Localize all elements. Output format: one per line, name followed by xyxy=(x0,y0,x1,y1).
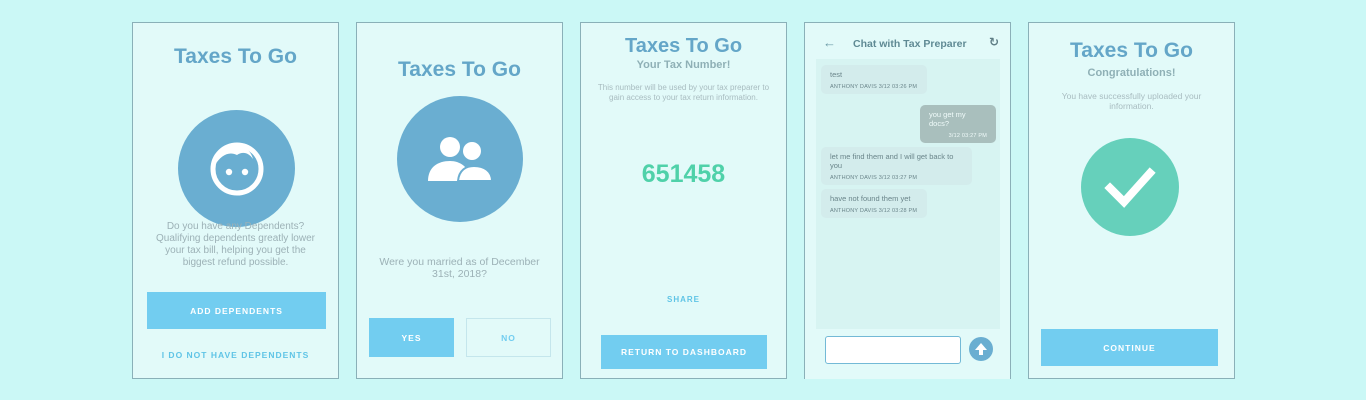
message-text: test xyxy=(830,70,843,79)
checkmark-icon xyxy=(1104,167,1156,208)
add-dependents-button[interactable]: ADD DEPENDENTS xyxy=(147,292,326,329)
arrow-left-icon[interactable]: ← xyxy=(823,35,836,50)
dependents-description: Do you have any Dependents? Qualifying d… xyxy=(156,221,315,268)
arrow-up-icon xyxy=(975,343,987,355)
screen-tax-number: Taxes To Go Your Tax Number! This number… xyxy=(580,22,787,379)
yes-button[interactable]: YES xyxy=(369,318,454,357)
app-title: Taxes To Go xyxy=(1070,39,1193,62)
no-button[interactable]: NO xyxy=(466,318,551,357)
chat-header: ← Chat with Tax Preparer ↻ xyxy=(805,23,1010,63)
child-face-icon xyxy=(210,142,263,195)
chat-message-input[interactable] xyxy=(825,336,961,364)
success-circle xyxy=(1081,138,1179,236)
app-title: Taxes To Go xyxy=(398,58,521,81)
message-meta: ANTHONY DAVIS 3/12 03:27 PM xyxy=(830,175,918,181)
message-meta: 3/12 03:27 PM xyxy=(948,133,987,139)
app-title: Taxes To Go xyxy=(624,35,743,57)
refresh-icon[interactable]: ↻ xyxy=(989,35,999,49)
message-text: you get my docs? xyxy=(929,110,966,128)
chat-message: have not found them yet ANTHONY DAVIS 3/… xyxy=(821,189,927,218)
screen-married: Taxes To Go Were you married as of Decem… xyxy=(356,22,563,379)
people-icon xyxy=(428,137,494,182)
chat-title: Chat with Tax Preparer xyxy=(853,38,967,50)
married-circle xyxy=(397,96,523,222)
message-text: have not found them yet xyxy=(830,194,911,203)
tax-number-subtitle: Your Tax Number! xyxy=(636,59,731,71)
message-meta: ANTHONY DAVIS 3/12 03:26 PM xyxy=(830,84,918,90)
married-question: Were you married as of December 31st, 20… xyxy=(379,256,540,280)
tax-number-description: This number will be used by your tax pre… xyxy=(597,83,770,102)
tax-number-code: 651458 xyxy=(641,160,726,188)
screen-congratulations: Taxes To Go Congratulations! You have su… xyxy=(1028,22,1235,379)
send-button[interactable] xyxy=(969,337,993,361)
chat-message: let me find them and I will get back to … xyxy=(821,147,972,185)
dependents-circle xyxy=(178,110,295,227)
message-text: let me find them and I will get back to … xyxy=(830,152,954,170)
app-title: Taxes To Go xyxy=(174,45,297,68)
return-to-dashboard-button[interactable]: RETURN TO DASHBOARD xyxy=(601,335,767,369)
screen-chat: ← Chat with Tax Preparer ↻ test ANTHONY … xyxy=(804,22,1011,379)
share-link[interactable]: SHARE xyxy=(581,295,786,304)
screen-dependents: Taxes To Go Do you have any Dependents? … xyxy=(132,22,339,379)
no-dependents-link[interactable]: I DO NOT HAVE DEPENDENTS xyxy=(133,350,338,360)
continue-button[interactable]: CONTINUE xyxy=(1041,329,1218,366)
upload-success-text: You have successfully uploaded your info… xyxy=(1061,91,1202,111)
chat-message: you get my docs? 3/12 03:27 PM xyxy=(920,105,996,143)
congratulations-subtitle: Congratulations! xyxy=(1087,67,1176,79)
message-meta: ANTHONY DAVIS 3/12 03:28 PM xyxy=(830,208,918,214)
chat-message: test ANTHONY DAVIS 3/12 03:26 PM xyxy=(821,65,927,94)
